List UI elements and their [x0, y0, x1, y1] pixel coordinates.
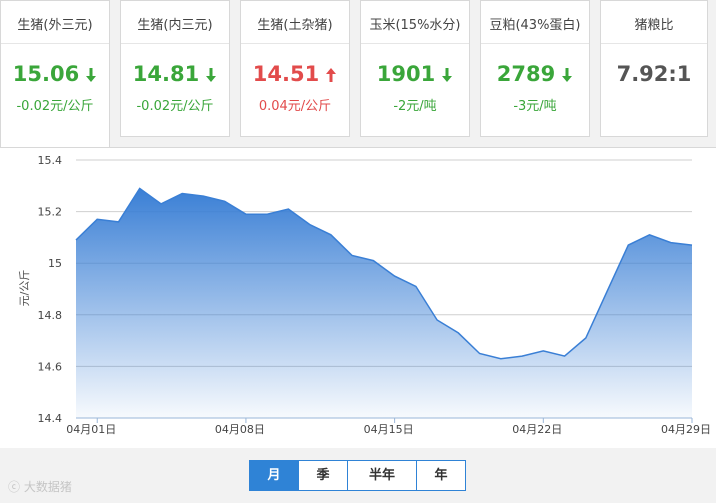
card-title: 生猪(外三元) — [17, 18, 93, 33]
card-divider — [481, 43, 589, 44]
card-change: 0.04元/公斤 — [258, 99, 332, 114]
card-pig-outer[interactable]: 生猪(外三元) 15.06 -0.02元/公斤 — [0, 0, 110, 147]
card-title: 生猪(内三元) — [137, 18, 213, 33]
x-tick-label: 04月01日 — [66, 423, 116, 436]
y-axis-label: 元/公斤 — [18, 270, 31, 307]
card-price: 1901 — [361, 61, 469, 87]
period-tabs: 月 季 半年 年 — [249, 460, 466, 491]
watermark: ⓒ 大数据猪 — [8, 480, 72, 494]
y-tick-label: 14.4 — [38, 412, 63, 425]
card-title: 玉米(15%水分) — [369, 18, 461, 33]
card-divider — [1, 43, 109, 44]
card-change: -0.02元/公斤 — [16, 99, 94, 114]
card-pig-local[interactable]: 生猪(土杂猪) 14.51 0.04元/公斤 — [240, 0, 350, 137]
x-tick-label: 04月08日 — [215, 423, 265, 436]
card-title: 猪粮比 — [634, 18, 674, 33]
y-tick-label: 14.6 — [38, 360, 63, 373]
arrow-down-icon — [206, 68, 217, 82]
x-tick-label: 04月15日 — [364, 423, 414, 436]
card-divider — [601, 43, 707, 44]
card-price: 2789 — [481, 61, 589, 87]
tab-quarter[interactable]: 季 — [299, 461, 348, 490]
price-chart: 14.4 14.6 14.8 15 15.2 15.4 04月01日 04月08日 04月15日… — [0, 147, 716, 448]
card-price: 15.06 — [1, 61, 109, 87]
y-tick-label: 14.8 — [38, 309, 63, 322]
arrow-down-icon — [562, 68, 573, 82]
card-title: 生猪(土杂猪) — [257, 18, 333, 33]
tab-half-year[interactable]: 半年 — [348, 461, 417, 490]
card-title: 豆粕(43%蛋白) — [489, 18, 581, 33]
card-divider — [121, 43, 229, 44]
card-soymeal[interactable]: 豆粕(43%蛋白) 2789 -3元/吨 — [480, 0, 590, 137]
price-area-chart: 14.4 14.6 14.8 15 15.2 15.4 04月01日 04月08日 04月15日… — [18, 154, 711, 436]
card-change: -2元/吨 — [393, 99, 437, 114]
card-change: -0.02元/公斤 — [136, 99, 214, 114]
card-divider — [241, 43, 349, 44]
card-price: 7.92:1 — [616, 62, 692, 86]
x-tick-label: 04月29日 — [661, 423, 711, 436]
card-pig-inner[interactable]: 生猪(内三元) 14.81 -0.02元/公斤 — [120, 0, 230, 137]
card-pig-grain-ratio[interactable]: 猪粮比 7.92:1 — [600, 0, 708, 137]
arrow-down-icon — [442, 68, 453, 82]
card-divider — [361, 43, 469, 44]
x-tick-label: 04月22日 — [512, 423, 562, 436]
y-tick-label: 15.2 — [38, 206, 63, 219]
arrow-up-icon — [326, 68, 337, 82]
tab-month[interactable]: 月 — [250, 461, 299, 490]
tab-year[interactable]: 年 — [417, 461, 465, 490]
y-tick-label: 15.4 — [38, 154, 63, 167]
card-corn[interactable]: 玉米(15%水分) 1901 -2元/吨 — [360, 0, 470, 137]
arrow-down-icon — [86, 68, 97, 82]
card-change: -3元/吨 — [513, 99, 557, 114]
watermark-logo-icon: ⓒ — [8, 480, 21, 494]
price-cards: 生猪(外三元) 15.06 -0.02元/公斤 生猪(内三元) 14.81 -0… — [0, 0, 716, 147]
price-area-fill — [76, 188, 692, 418]
card-price: 14.51 — [241, 61, 349, 87]
y-tick-label: 15 — [48, 257, 62, 270]
card-price: 14.81 — [121, 61, 229, 87]
card-change — [601, 95, 707, 113]
